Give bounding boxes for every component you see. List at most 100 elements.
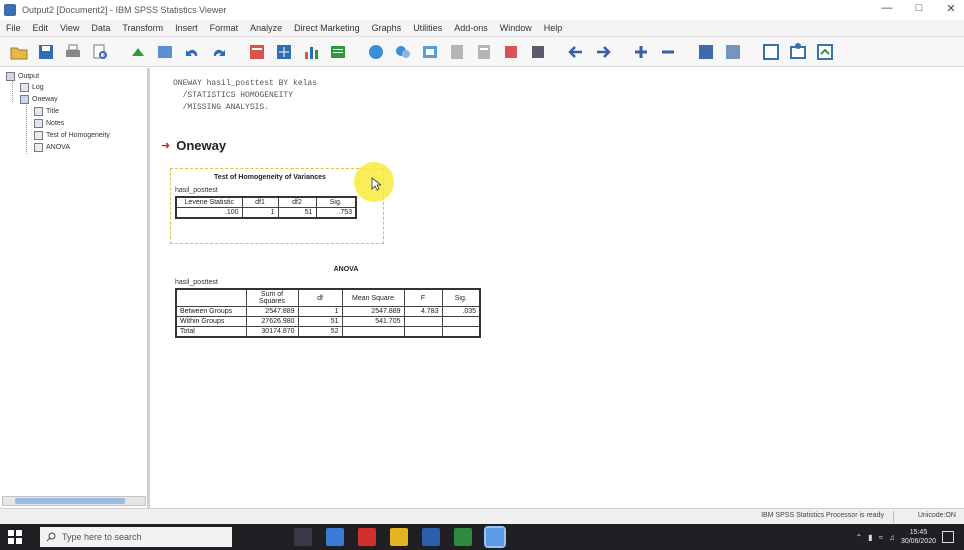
- header-cell: df1: [241, 196, 279, 208]
- menu-view[interactable]: View: [60, 23, 79, 33]
- show-all-icon[interactable]: [473, 41, 495, 63]
- arrow-left-icon[interactable]: [565, 41, 587, 63]
- hide-icon[interactable]: [500, 41, 522, 63]
- scripts-icon[interactable]: [392, 41, 414, 63]
- taskbar-apps: [294, 526, 506, 548]
- anova-title: ANOVA: [333, 266, 359, 273]
- system-tray: ⌃ ▮ ≈ ♫ 15:45 30/06/2020: [855, 528, 954, 546]
- save-icon[interactable]: [35, 41, 57, 63]
- oneway-heading[interactable]: ➜ Oneway: [161, 138, 226, 153]
- battery-icon[interactable]: ▮: [868, 533, 872, 542]
- table-header-row: Sum of Squares df Mean Square F Sig.: [175, 288, 481, 307]
- menu-data[interactable]: Data: [91, 23, 110, 33]
- outline-horizontal-scrollbar[interactable]: [2, 496, 146, 506]
- outline-node-homogeneity[interactable]: Test of Homogeneity: [34, 131, 110, 140]
- menu-transform[interactable]: Transform: [122, 23, 163, 33]
- chart-icon[interactable]: [300, 41, 322, 63]
- menu-direct-marketing[interactable]: Direct Marketing: [294, 23, 360, 33]
- table-cell: 1: [241, 207, 279, 219]
- pdf-reader-icon[interactable]: [358, 528, 376, 546]
- use-sets-icon[interactable]: [365, 41, 387, 63]
- show-icon[interactable]: [695, 41, 717, 63]
- syntax-line: /STATISTICS HOMOGENEITY: [173, 91, 294, 100]
- clock-date: 30/06/2020: [900, 538, 936, 545]
- collapse-icon[interactable]: [657, 41, 679, 63]
- menu-bar: File Edit View Data Transform Insert For…: [0, 20, 964, 37]
- menu-file[interactable]: File: [6, 23, 21, 33]
- outline-node-notes[interactable]: Notes: [34, 119, 64, 128]
- export-icon[interactable]: [127, 41, 149, 63]
- homogeneity-table-block[interactable]: Test of Homogeneity of Variances hasil_p…: [175, 174, 365, 219]
- menu-edit[interactable]: Edit: [33, 23, 49, 33]
- menu-add-ons[interactable]: Add-ons: [454, 23, 488, 33]
- menu-utilities[interactable]: Utilities: [413, 23, 442, 33]
- tray-chevron-icon[interactable]: ⌃: [855, 533, 862, 542]
- hide-item-icon[interactable]: [722, 41, 744, 63]
- menu-insert[interactable]: Insert: [175, 23, 198, 33]
- outline-node-output[interactable]: Output: [6, 72, 39, 81]
- minimize-icon[interactable]: —: [880, 2, 894, 15]
- syntax-line: /MISSING ANALYSIS.: [173, 103, 270, 112]
- select-output-icon[interactable]: [446, 41, 468, 63]
- volume-icon[interactable]: ♫: [889, 533, 895, 542]
- table-cell: 2547.889: [245, 306, 299, 317]
- file-explorer-icon[interactable]: [390, 528, 408, 546]
- row-label: Between Groups: [175, 306, 247, 317]
- designate-window-icon[interactable]: [419, 41, 441, 63]
- menu-format[interactable]: Format: [210, 23, 239, 33]
- row-label: Total: [175, 326, 247, 338]
- windows-start-icon[interactable]: [8, 530, 22, 544]
- output-pane: ONEWAY hasil_posttest BY kelas /STATISTI…: [153, 68, 964, 508]
- window-controls: — □ ✕: [880, 2, 958, 15]
- word-icon[interactable]: [422, 528, 440, 546]
- maximize-icon[interactable]: □: [912, 2, 926, 15]
- outline-node-oneway[interactable]: Oneway: [20, 95, 58, 104]
- outline-node-log[interactable]: Log: [20, 83, 44, 92]
- arrow-right-icon[interactable]: [592, 41, 614, 63]
- goto-data-icon[interactable]: [246, 41, 268, 63]
- anova-table-block[interactable]: ANOVA hasil_posttest Sum of Squares df M…: [175, 266, 517, 338]
- task-view-icon[interactable]: [294, 528, 312, 546]
- menu-help[interactable]: Help: [544, 23, 563, 33]
- scrollbar-thumb[interactable]: [15, 498, 125, 504]
- close-icon[interactable]: ✕: [944, 2, 958, 15]
- header-cell: Mean Square: [341, 288, 405, 307]
- redo-icon[interactable]: [208, 41, 230, 63]
- table-cell: 51: [277, 207, 317, 219]
- insert-new-text-icon[interactable]: [814, 41, 836, 63]
- spss-app-icon: [4, 4, 16, 16]
- undo-icon[interactable]: [181, 41, 203, 63]
- menu-graphs[interactable]: Graphs: [372, 23, 402, 33]
- print-icon[interactable]: [62, 41, 84, 63]
- header-cell: F: [403, 288, 443, 307]
- menu-analyze[interactable]: Analyze: [250, 23, 282, 33]
- taskbar-search-box[interactable]: Type here to search: [40, 527, 232, 547]
- recall-dialog-icon[interactable]: [154, 41, 176, 63]
- search-icon: [46, 532, 56, 542]
- syntax-line: ONEWAY hasil_posttest BY kelas: [173, 79, 318, 88]
- menu-window[interactable]: Window: [500, 23, 532, 33]
- insert-text-icon[interactable]: [787, 41, 809, 63]
- print-preview-icon[interactable]: [89, 41, 111, 63]
- heading-text: Oneway: [176, 138, 227, 153]
- browser-icon[interactable]: [326, 528, 344, 546]
- notification-icon[interactable]: [942, 531, 954, 543]
- table-row: Between Groups 2547.889 1 2547.889 4.783…: [175, 306, 481, 317]
- log-icon: [20, 83, 29, 92]
- insert-heading-icon[interactable]: [527, 41, 549, 63]
- window-title: Output2 [Document2] - IBM SPSS Statistic…: [22, 5, 227, 15]
- excel-icon[interactable]: [454, 528, 472, 546]
- spss-taskbar-icon[interactable]: [484, 526, 506, 548]
- taskbar-clock[interactable]: 15:45 30/06/2020: [901, 528, 936, 546]
- table-row: .100 1 51 .753: [175, 207, 357, 219]
- table-cell: .035: [441, 306, 481, 317]
- outline-node-title[interactable]: Title: [34, 107, 59, 116]
- variables-icon[interactable]: [327, 41, 349, 63]
- outline-node-anova[interactable]: ANOVA: [34, 143, 70, 152]
- expand-icon[interactable]: [630, 41, 652, 63]
- insert-title-icon[interactable]: [760, 41, 782, 63]
- open-folder-icon[interactable]: [8, 41, 30, 63]
- processor-status: IBM SPSS Statistics Processor is ready: [761, 512, 884, 519]
- wifi-icon[interactable]: ≈: [879, 533, 883, 542]
- goto-case-icon[interactable]: [273, 41, 295, 63]
